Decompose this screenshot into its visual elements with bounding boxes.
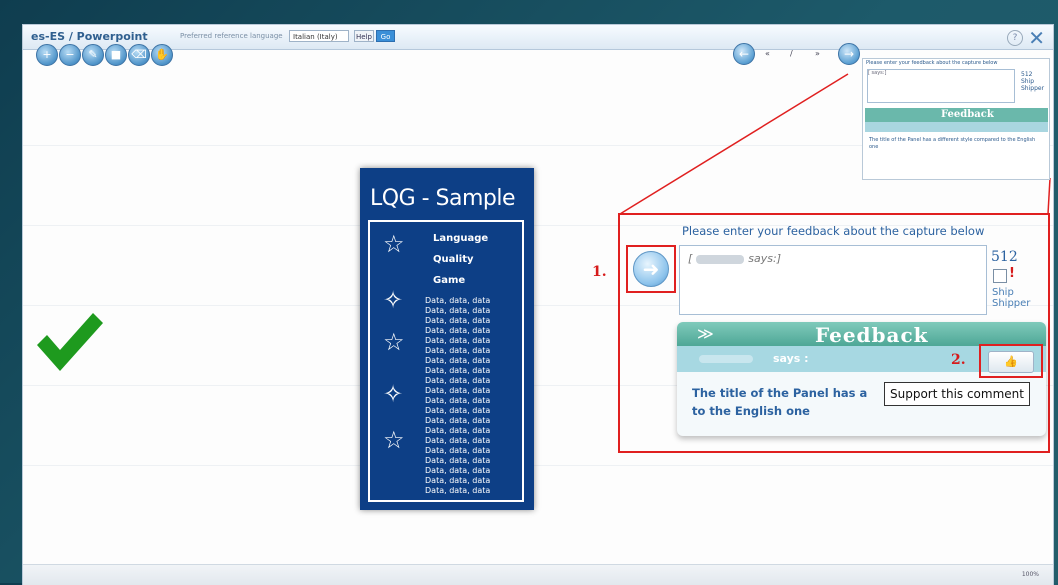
close-icon[interactable]: ✕ bbox=[1028, 26, 1045, 50]
pref-language-select[interactable]: Italian (Italy) bbox=[289, 30, 349, 42]
heading-line: Quality bbox=[433, 254, 474, 265]
arrow-right-icon[interactable]: → bbox=[838, 43, 860, 65]
card-title: LQG - Sample bbox=[370, 186, 516, 211]
chevron-down-icon[interactable]: ≫ bbox=[697, 324, 714, 343]
mini-char-count: 512 Ship Shipper bbox=[1021, 71, 1045, 92]
thumbs-up-icon: 👍 bbox=[1004, 355, 1018, 368]
comment-text: The title of the Panel has a to the Engl… bbox=[692, 386, 868, 418]
arrow-right-icon[interactable]: ➜ bbox=[633, 251, 669, 287]
ship-label: Ship Shipper bbox=[992, 287, 1031, 309]
feedback-header[interactable]: ≫ Feedback bbox=[677, 322, 1046, 347]
heading-line: Game bbox=[433, 275, 466, 286]
go-button[interactable]: Go bbox=[376, 30, 395, 42]
mini-feedback-input[interactable]: [ says:] bbox=[867, 69, 1015, 103]
window-title: es-ES / Powerpoint bbox=[31, 30, 148, 43]
feedback-input[interactable]: [says:] bbox=[679, 245, 987, 315]
support-tooltip: Support this comment bbox=[884, 382, 1030, 406]
mini-comment: The title of the Panel has a different s… bbox=[869, 137, 1036, 150]
help-button[interactable]: Help bbox=[354, 30, 374, 42]
zoom-level[interactable]: 100% bbox=[1022, 571, 1039, 578]
zoom-out-icon[interactable]: − bbox=[59, 44, 81, 66]
pref-language-label: Preferred reference language bbox=[180, 32, 283, 40]
heading-line: Language bbox=[433, 233, 489, 244]
zoom-in-icon[interactable]: + bbox=[36, 44, 58, 66]
square-icon[interactable]: ■ bbox=[105, 44, 127, 66]
last-page-link[interactable]: » bbox=[815, 49, 820, 58]
star-icon: ☆ bbox=[383, 426, 405, 454]
pencil-icon[interactable]: ✎ bbox=[82, 44, 104, 66]
checkmark-icon bbox=[37, 313, 103, 371]
card-frame: Language Quality Game ☆ ✧ ☆ ✧ ☆ Data, da… bbox=[368, 220, 524, 502]
support-comment-button[interactable]: 👍 bbox=[988, 351, 1034, 373]
first-page-link[interactable]: « bbox=[765, 49, 770, 58]
feedback-prompt: Please enter your feedback about the cap… bbox=[682, 224, 985, 238]
page-separator: / bbox=[790, 49, 793, 58]
feedback-input-text: [says:] bbox=[688, 252, 782, 265]
divider bbox=[23, 465, 1053, 466]
mini-feedback-title: Feedback bbox=[941, 109, 994, 120]
ship-checkbox[interactable] bbox=[993, 269, 1007, 283]
lqg-sample-card: LQG - Sample Language Quality Game ☆ ✧ ☆… bbox=[360, 168, 534, 510]
arrow-left-icon[interactable]: ← bbox=[733, 43, 755, 65]
star-icon: ☆ bbox=[383, 230, 405, 258]
eraser-icon[interactable]: ⌫ bbox=[128, 44, 150, 66]
says-label: says : bbox=[773, 352, 809, 365]
card-heading: Language Quality Game bbox=[433, 228, 488, 291]
data-text: Data, data, data Data, data, data Data, da… bbox=[425, 296, 491, 495]
question-icon[interactable]: ? bbox=[1007, 30, 1023, 46]
step-2-label: 2. bbox=[951, 352, 966, 368]
char-count: 512 bbox=[991, 249, 1018, 265]
username-blurred bbox=[699, 355, 753, 363]
status-bar: 100% bbox=[23, 564, 1053, 585]
mini-feedback-panel: Please enter your feedback about the cap… bbox=[862, 58, 1050, 180]
star-icon: ☆ bbox=[383, 328, 405, 356]
warning-icon: ! bbox=[1009, 266, 1015, 281]
mini-says-bar bbox=[865, 122, 1048, 132]
mini-prompt: Please enter your feedback about the cap… bbox=[866, 60, 998, 66]
title-bar: es-ES / Powerpoint Preferred reference l… bbox=[23, 25, 1053, 50]
feedback-title: Feedback bbox=[815, 323, 929, 347]
step-1-label: 1. bbox=[592, 264, 607, 280]
pan-icon[interactable]: ✋ bbox=[151, 44, 173, 66]
sparkle-icon: ✧ bbox=[383, 286, 404, 314]
sparkle-icon: ✧ bbox=[383, 380, 404, 408]
